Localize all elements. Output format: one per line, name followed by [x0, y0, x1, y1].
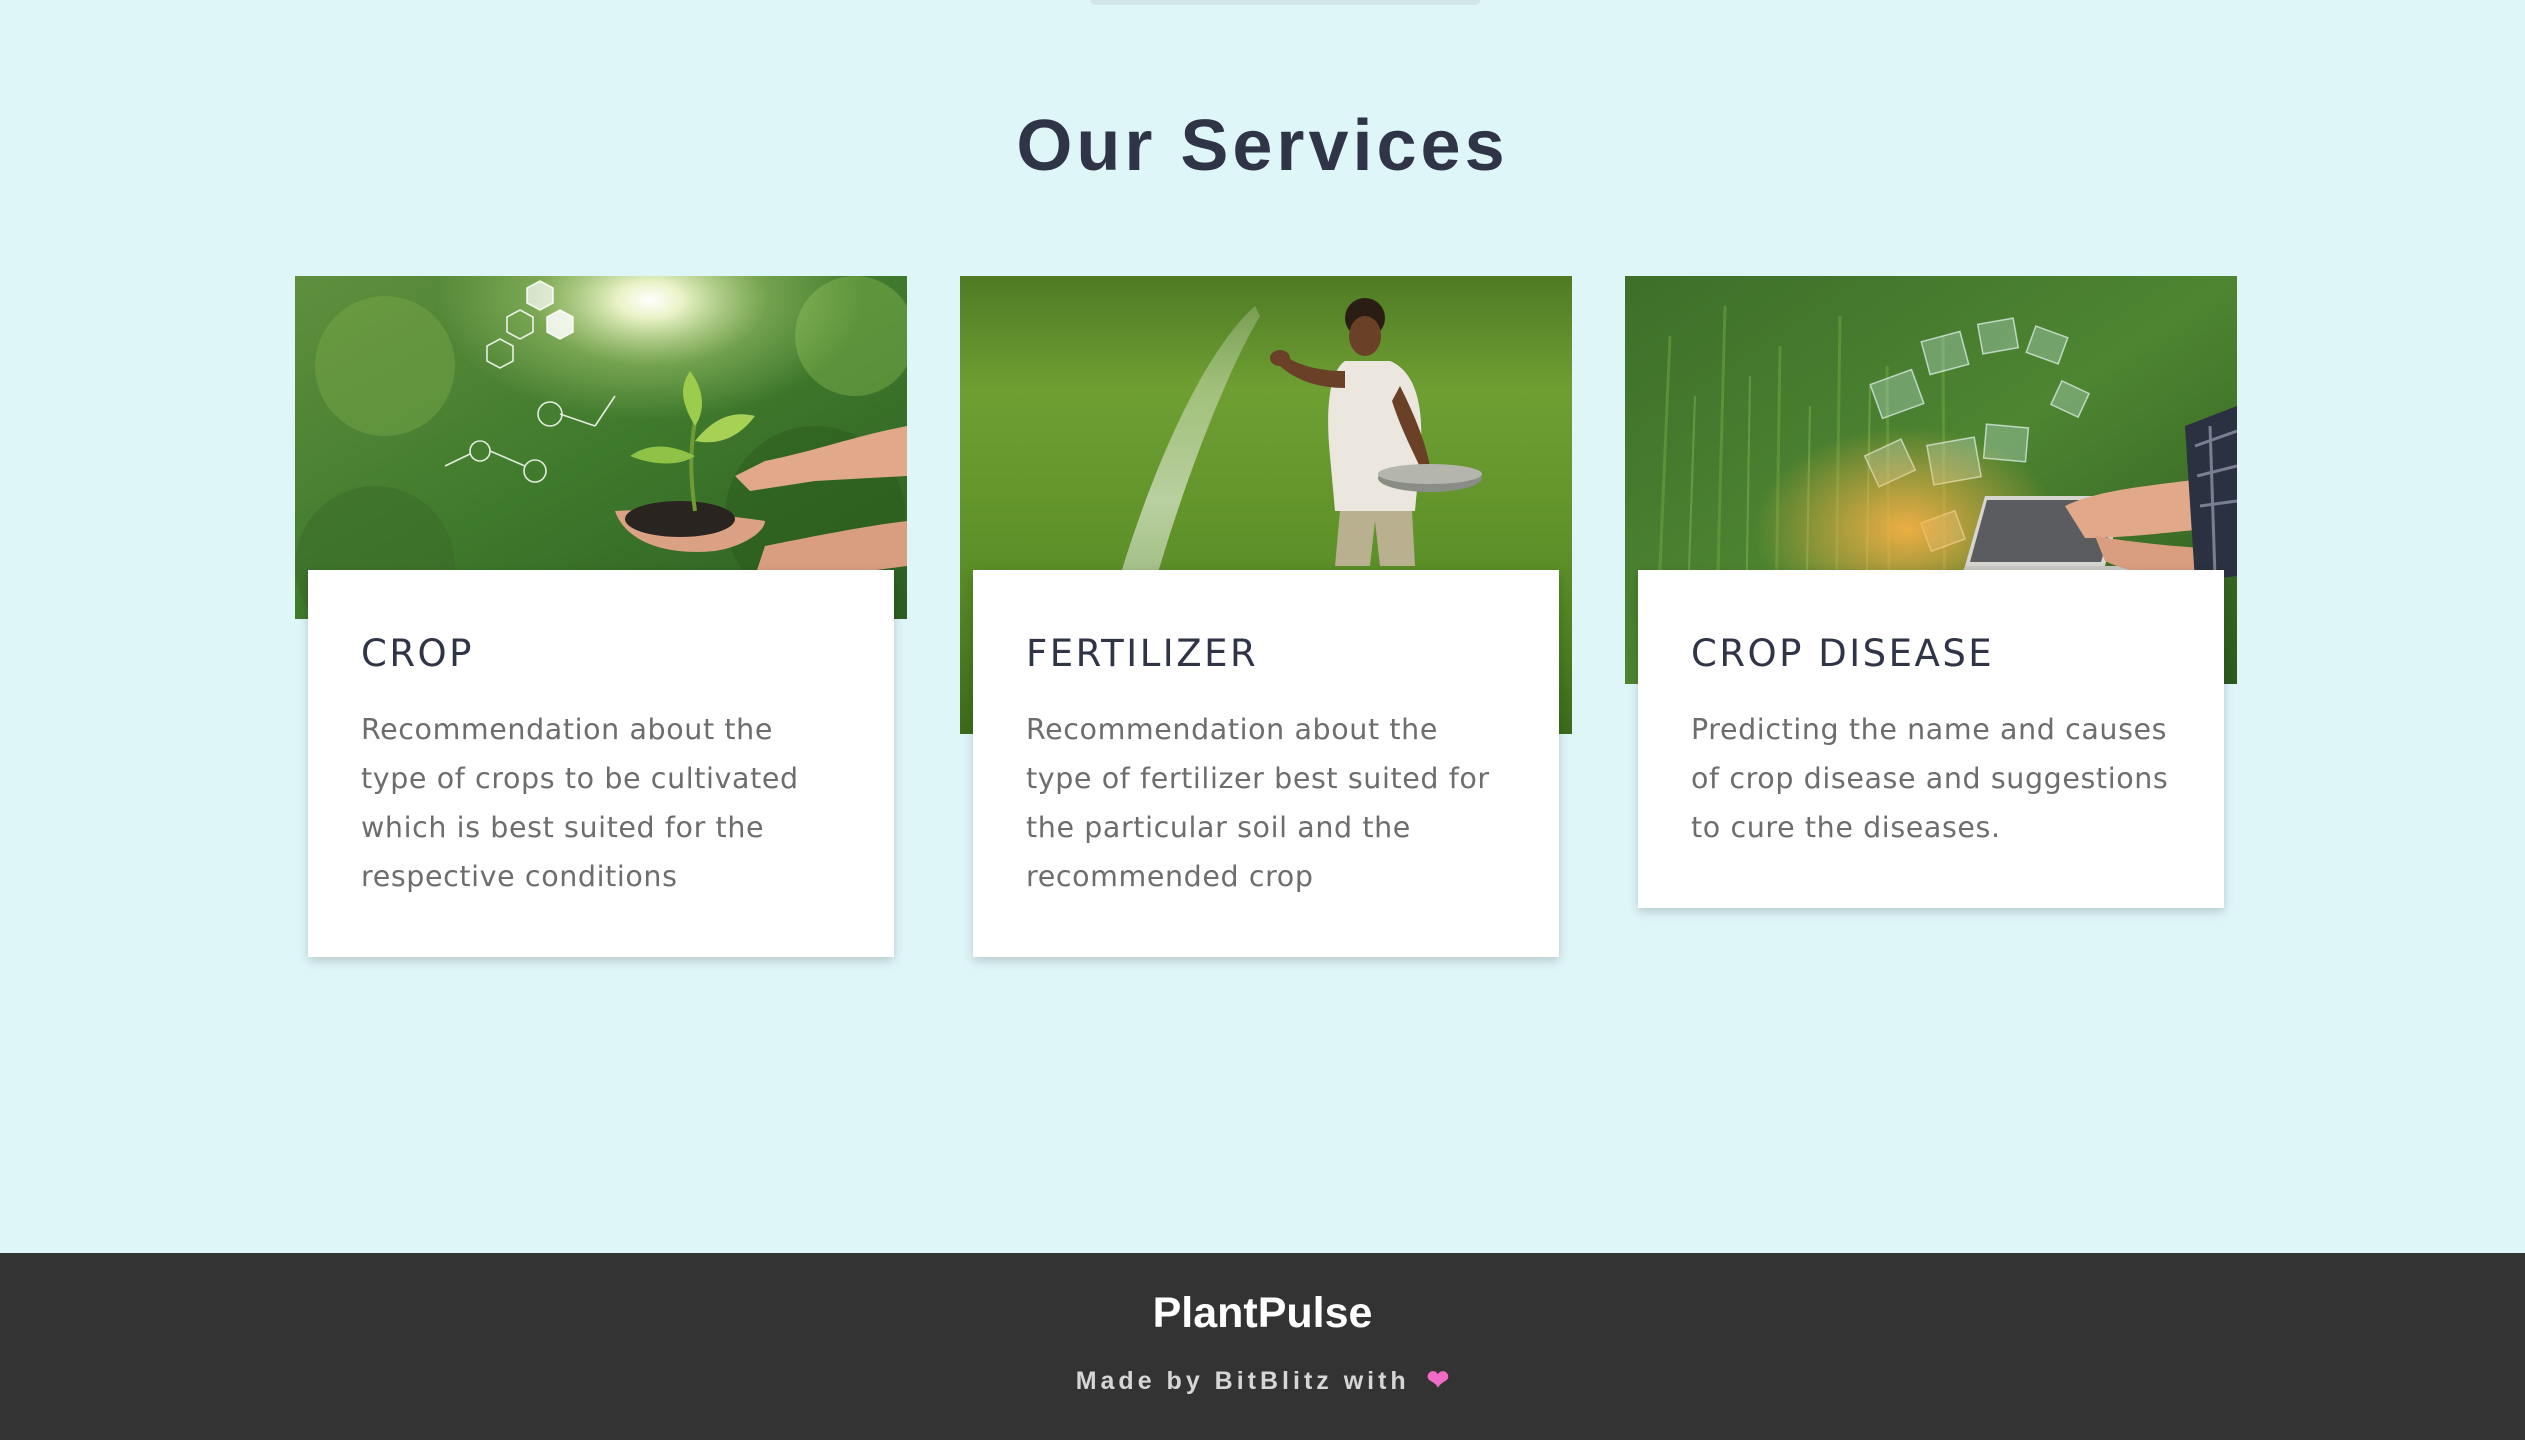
site-footer: PlantPulse Made by BitBlitz with ❤ [0, 1253, 2525, 1440]
footer-credit: Made by BitBlitz with ❤ [0, 1365, 2525, 1396]
heart-icon: ❤ [1426, 1365, 1450, 1395]
fertilizer-card-body: FERTILIZER Recommendation about the type… [973, 570, 1559, 957]
crop-card-title: CROP [361, 632, 474, 675]
top-tab-edge [1090, 0, 1480, 5]
footer-credit-text: Made by BitBlitz with [1075, 1367, 1410, 1395]
fertilizer-card-description: Recommendation about the type of fertili… [1026, 713, 1490, 893]
crop-disease-card-title: CROP DISEASE [1691, 632, 1995, 675]
crop-disease-card-body: CROP DISEASE Predicting the name and cau… [1638, 570, 2224, 908]
services-heading: Our Services [1016, 106, 1509, 186]
footer-brand: PlantPulse [1152, 1289, 1373, 1337]
fertilizer-card-title: FERTILIZER [1026, 632, 1259, 675]
crop-disease-card-description: Predicting the name and causes of crop d… [1691, 713, 2169, 844]
crop-card-description: Recommendation about the type of crops t… [361, 713, 799, 893]
crop-card-body: CROP Recommendation about the type of cr… [308, 570, 894, 957]
crop-image [295, 276, 907, 619]
